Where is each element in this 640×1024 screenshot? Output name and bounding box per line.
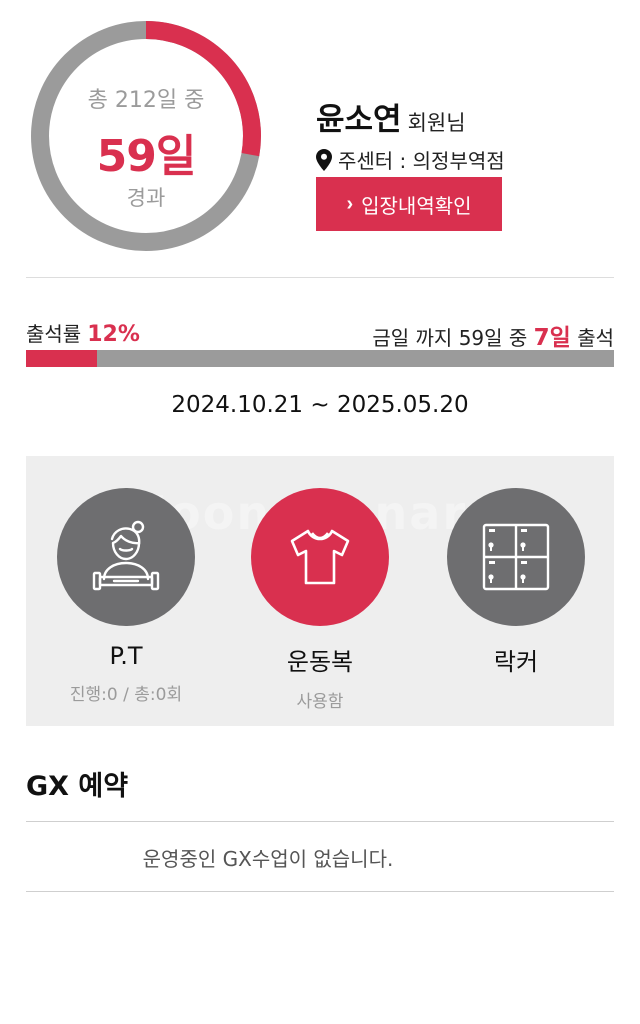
home-center: 주센터 : 의정부역점 [316, 145, 505, 174]
service-sportswear: 운동복 사용함 [250, 488, 390, 712]
divider [26, 277, 614, 278]
pt-button[interactable] [57, 488, 195, 626]
attendance-progress-bar [26, 350, 614, 367]
membership-period: 2024.10.21 ~ 2025.05.20 [171, 392, 469, 418]
total-days-label: 총 212일 중 [87, 88, 205, 113]
service-label: 락커 [493, 648, 539, 676]
attendance-rate-value: 12% [87, 322, 140, 347]
service-label: P.T [109, 642, 143, 670]
service-pt: P.T 진행:0 / 총:0회 [56, 488, 196, 705]
divider [26, 821, 614, 822]
member-suffix: 회원님 [407, 111, 466, 135]
locker-icon [482, 523, 550, 591]
center-label: 주센터 : 의정부역점 [338, 149, 505, 173]
service-locker: 락커 [446, 488, 586, 687]
elapsed-days: 59일 [96, 131, 197, 182]
elapsed-label: 경과 [126, 186, 166, 210]
chevron-right-icon: › [346, 192, 354, 215]
services-panel: Joonggonara P.T 진행:0 / 총:0회 운동 [26, 456, 614, 726]
attendance-days: 7일 [533, 325, 571, 351]
attendance-row: 출석률 12% 금일 까지 59일 중 7일 출석 [26, 318, 614, 351]
ring-center: 총 212일 중 59일 경과 [30, 20, 262, 252]
attendance-prefix: 금일 까지 59일 중 [372, 326, 528, 350]
attendance-rate: 출석률 12% [26, 318, 140, 347]
map-pin-icon [316, 148, 332, 171]
sportswear-button[interactable] [251, 488, 389, 626]
attendance-suffix: 출석 [577, 326, 614, 350]
trainer-icon [92, 520, 160, 591]
gx-section-title: GX 예약 [26, 771, 129, 802]
membership-summary: 총 212일 중 59일 경과 윤소연 회원님 주센터 : 의정부역점 › 입장내… [0, 0, 640, 260]
attendance-rate-label: 출석률 [26, 322, 82, 346]
divider [26, 891, 614, 892]
service-label: 운동복 [286, 648, 354, 676]
entry-history-label: 입장내역확인 [361, 195, 472, 218]
attendance-progress-fill [26, 350, 97, 367]
locker-button[interactable] [447, 488, 585, 626]
member-name: 윤소연 [316, 102, 402, 138]
service-sub: 사용함 [296, 692, 344, 712]
attendance-count: 금일 까지 59일 중 7일 출석 [372, 318, 614, 352]
entry-history-button[interactable]: › 입장내역확인 [316, 177, 502, 231]
shirt-icon [290, 529, 350, 585]
service-sub: 진행:0 / 총:0회 [69, 685, 183, 705]
member-info: 윤소연 회원님 [316, 94, 466, 139]
gx-empty-message: 운영중인 GX수업이 없습니다. [142, 847, 394, 871]
